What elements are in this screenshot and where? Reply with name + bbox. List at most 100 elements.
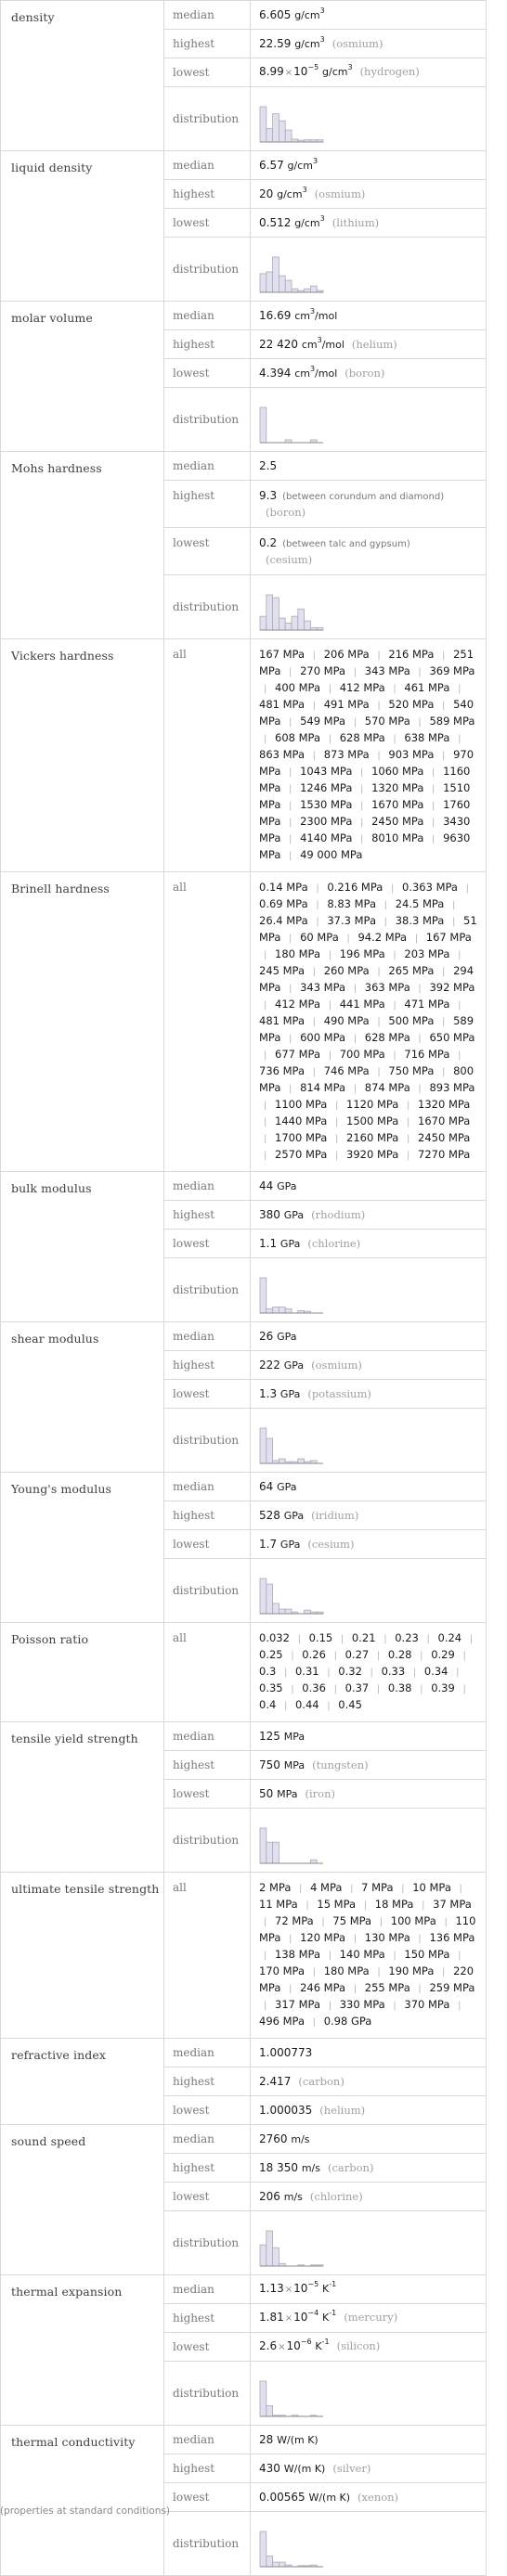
element-name: (hydrogen) bbox=[359, 65, 420, 78]
distribution-histogram-cell bbox=[250, 1558, 487, 1623]
element-properties-table: density median 6.605 g/cm3 highest 22.59 g/c… bbox=[0, 0, 487, 2576]
property-name: Young's modulus bbox=[0, 1472, 164, 1623]
separator: | bbox=[370, 1668, 373, 1678]
list-value: 0.24 bbox=[437, 1631, 462, 1644]
value-number: 26 bbox=[259, 1329, 274, 1343]
list-value: 38.3 MPa bbox=[395, 914, 445, 927]
histogram-bar bbox=[266, 271, 274, 293]
value-number: 2.6 bbox=[259, 2339, 278, 2352]
separator: | bbox=[360, 767, 364, 778]
list-value: 0.216 MPa bbox=[327, 881, 384, 894]
list-value: 628 MPa bbox=[364, 1031, 410, 1044]
distribution-label: distribution bbox=[163, 1808, 251, 1873]
histogram-bar bbox=[272, 2561, 280, 2568]
separator: | bbox=[360, 784, 364, 794]
value-number: 44 bbox=[259, 1179, 274, 1192]
value-number: 16.69 bbox=[259, 308, 292, 322]
separator: | bbox=[458, 2001, 462, 2011]
separator: | bbox=[289, 801, 292, 811]
histogram-bar bbox=[297, 1458, 305, 1464]
separator: | bbox=[384, 917, 388, 927]
list-value: 8.83 MPa bbox=[327, 897, 376, 910]
list-value: 203 MPa bbox=[404, 947, 450, 960]
separator: | bbox=[289, 1084, 292, 1094]
property-name: ultimate tensile strength bbox=[0, 1872, 164, 2039]
highest-value: 430 W/(m K) (silver) bbox=[250, 2454, 487, 2483]
value-number: 1.7 bbox=[259, 1537, 278, 1551]
list-value: 638 MPa bbox=[404, 731, 450, 744]
lowest-value: 1.3 GPa (potassium) bbox=[250, 1379, 487, 1409]
property-row-poisson-ratio: Poisson ratio all 0.032 | 0.15 | 0.21 | 0.… bbox=[0, 1622, 487, 1722]
distribution-label: distribution bbox=[163, 1257, 251, 1322]
list-value: 11 MPa bbox=[259, 1898, 298, 1911]
value-unit-suffix: /mol bbox=[315, 367, 338, 380]
histogram-bar bbox=[272, 1841, 280, 1864]
value-number: 125 bbox=[259, 1729, 280, 1743]
list-value: 0.35 bbox=[259, 1681, 283, 1694]
separator: | bbox=[333, 1684, 337, 1694]
unit-exponent: 3 bbox=[319, 6, 325, 15]
separator: | bbox=[462, 1651, 466, 1661]
separator: | bbox=[312, 1967, 317, 1977]
distribution-histogram bbox=[259, 594, 324, 631]
histogram-bar bbox=[291, 615, 299, 631]
value-unit: g/cm bbox=[294, 8, 320, 21]
separator: | bbox=[432, 767, 436, 778]
value-number: 528 bbox=[259, 1508, 280, 1522]
list-value: 7270 MPa bbox=[418, 1148, 471, 1161]
list-value: 491 MPa bbox=[323, 698, 370, 711]
highest-label: highest bbox=[163, 29, 251, 58]
list-value: 650 MPa bbox=[429, 1031, 475, 1044]
separator: | bbox=[377, 1967, 381, 1977]
highest-label: highest bbox=[163, 2454, 251, 2483]
distribution-histogram-cell bbox=[250, 2210, 487, 2275]
distribution-histogram bbox=[259, 1277, 323, 1314]
separator: | bbox=[299, 1884, 303, 1894]
separator: | bbox=[328, 2001, 332, 2011]
separator: | bbox=[289, 984, 292, 994]
times-sign: × bbox=[284, 2285, 293, 2295]
separator: | bbox=[291, 1651, 294, 1661]
unit-exponent: 3 bbox=[347, 63, 353, 71]
power-base: 10 bbox=[286, 2339, 301, 2352]
separator: | bbox=[390, 883, 395, 894]
separator: | bbox=[442, 1967, 446, 1977]
separator: | bbox=[335, 1151, 339, 1161]
list-value: 700 MPa bbox=[339, 1048, 385, 1061]
distribution-histogram-cell bbox=[250, 237, 487, 302]
list-value: 270 MPa bbox=[300, 664, 346, 677]
element-name: (tungsten) bbox=[312, 1758, 369, 1771]
highest-label: highest bbox=[163, 480, 251, 528]
list-value: 0.26 bbox=[302, 1648, 326, 1661]
list-value: 49 000 MPa bbox=[300, 848, 363, 861]
list-value: 0.23 bbox=[395, 1631, 419, 1644]
median-label: median bbox=[163, 2124, 251, 2154]
distribution-histogram bbox=[259, 256, 324, 293]
value-number: 6.605 bbox=[259, 7, 292, 21]
value-unit: m/s bbox=[283, 2190, 303, 2203]
element-name: (lithium) bbox=[332, 215, 380, 229]
list-value: 400 MPa bbox=[275, 681, 321, 694]
separator: | bbox=[418, 1984, 422, 1994]
distribution-histogram-cell bbox=[250, 86, 487, 151]
list-value: 1670 MPa bbox=[418, 1114, 471, 1127]
list-value: 1670 MPa bbox=[371, 798, 424, 811]
histogram-bar bbox=[272, 1603, 280, 1615]
separator: | bbox=[384, 1634, 387, 1644]
property-row-vickers-hardness: Vickers hardness all 167 MPa | 206 MPa | 2… bbox=[0, 638, 487, 872]
value-number: 750 bbox=[259, 1758, 280, 1771]
separator: | bbox=[353, 667, 358, 677]
separator: | bbox=[452, 900, 456, 910]
lowest-label: lowest bbox=[163, 2095, 251, 2125]
list-value: 72 MPa bbox=[275, 1914, 314, 1927]
highest-label: highest bbox=[163, 1200, 251, 1230]
list-value: 814 MPa bbox=[300, 1081, 346, 1094]
list-value: 369 MPa bbox=[429, 664, 475, 677]
median-value: 44 GPa bbox=[250, 1171, 487, 1201]
separator: | bbox=[432, 784, 436, 794]
lowest-label: lowest bbox=[163, 527, 251, 575]
list-value: 260 MPa bbox=[323, 964, 370, 977]
histogram-bar bbox=[278, 1458, 286, 1464]
highest-value: 20 g/cm3 (osmium) bbox=[250, 179, 487, 209]
element-name: (boron) bbox=[344, 366, 385, 380]
